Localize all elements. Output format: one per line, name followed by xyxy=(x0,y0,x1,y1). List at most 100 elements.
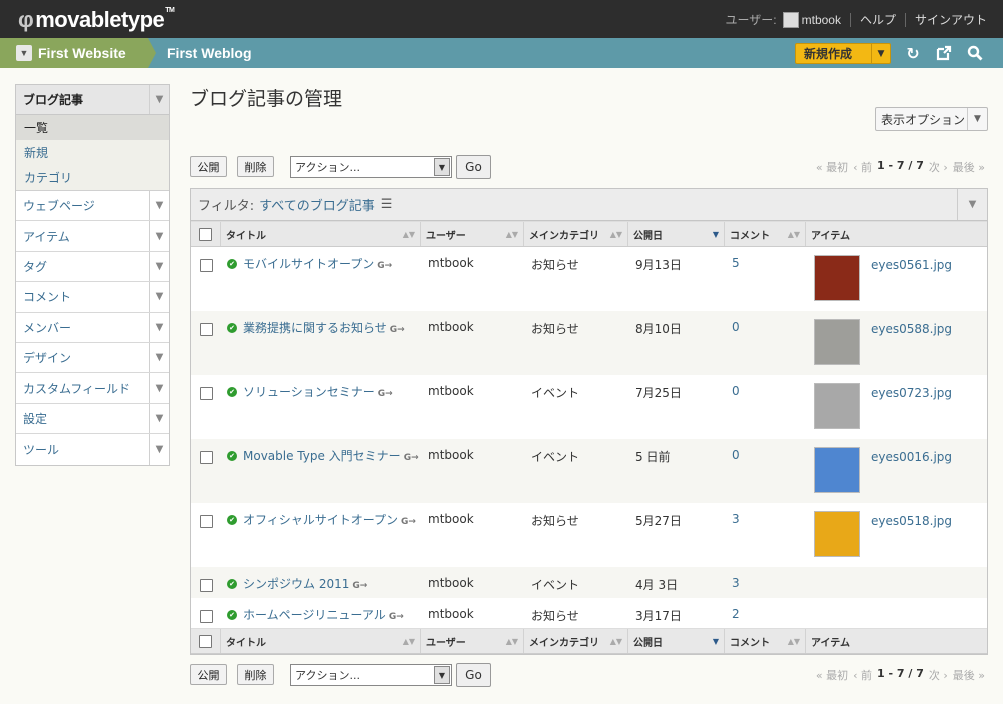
col-date[interactable]: 公開日 ▼ xyxy=(628,629,725,653)
sidebar-subitem-category[interactable]: カテゴリ xyxy=(16,165,169,190)
row-checkbox[interactable] xyxy=(199,515,213,528)
sort-icon[interactable]: ▲▼ xyxy=(506,230,518,239)
comments-count-link[interactable]: 0 xyxy=(732,384,740,398)
entry-title-link[interactable]: モバイルサイトオープン xyxy=(243,257,374,271)
sort-icon[interactable]: ▲▼ xyxy=(788,637,800,646)
comments-count-link[interactable]: 0 xyxy=(732,448,740,462)
external-link-icon[interactable] xyxy=(935,44,953,62)
go-button[interactable]: Go xyxy=(456,663,491,687)
sidebar-item-custom-fields[interactable]: カスタムフィールド ▼ xyxy=(16,373,169,404)
chevron-down-icon[interactable]: ▼ xyxy=(16,45,32,61)
chevron-down-icon[interactable]: ▼ xyxy=(149,342,169,373)
delete-button[interactable]: 削除 xyxy=(237,664,274,685)
sidebar-item-tools[interactable]: ツール ▼ xyxy=(16,434,169,465)
sidebar-item-comments[interactable]: コメント ▼ xyxy=(16,282,169,313)
comments-count-link[interactable]: 5 xyxy=(732,256,740,270)
chevron-down-icon[interactable]: ▼ xyxy=(149,373,169,403)
display-options-button[interactable]: 表示オプション ▼ xyxy=(875,107,988,131)
col-comments[interactable]: コメント ▲▼ xyxy=(725,629,806,653)
chevron-down-icon[interactable]: ▼ xyxy=(149,85,169,114)
row-checkbox[interactable] xyxy=(199,451,213,464)
sort-icon[interactable]: ▲▼ xyxy=(403,230,415,239)
select-all-checkbox[interactable] xyxy=(199,634,212,648)
row-checkbox[interactable] xyxy=(199,387,213,400)
sidebar-item-members[interactable]: メンバー ▼ xyxy=(16,312,169,343)
chevron-down-icon[interactable]: ▼ xyxy=(149,221,169,251)
chevron-down-icon[interactable]: ▼ xyxy=(149,282,169,312)
chevron-down-icon[interactable]: ▼ xyxy=(149,191,169,221)
share-icon[interactable]: G→ xyxy=(389,612,404,622)
share-icon[interactable]: G→ xyxy=(378,389,393,399)
sidebar-item-webpages[interactable]: ウェブページ ▼ xyxy=(16,191,169,222)
asset-link[interactable]: eyes0723.jpg xyxy=(871,386,952,439)
website-switcher[interactable]: ▼ First Website xyxy=(0,38,148,68)
col-user[interactable]: ユーザー ▲▼ xyxy=(421,222,524,246)
share-icon[interactable]: G→ xyxy=(390,325,405,335)
col-comments[interactable]: コメント ▲▼ xyxy=(725,222,806,246)
sort-icon[interactable]: ▲▼ xyxy=(610,637,622,646)
chevron-down-icon[interactable]: ▼ xyxy=(434,666,450,684)
help-link[interactable]: ヘルプ xyxy=(860,11,896,28)
row-checkbox[interactable] xyxy=(199,579,213,592)
blog-name[interactable]: First Weblog xyxy=(167,38,252,68)
action-select[interactable]: アクション... ▼ xyxy=(290,156,452,178)
entry-title-link[interactable]: Movable Type 入門セミナー xyxy=(243,449,401,463)
col-title[interactable]: タイトル ▲▼ xyxy=(221,222,421,246)
row-checkbox[interactable] xyxy=(199,259,213,272)
create-new-button[interactable]: 新規作成 ▼ xyxy=(795,43,891,64)
sidebar-section-entries[interactable]: ブログ記事 ▼ xyxy=(16,85,169,115)
sort-icon[interactable]: ▲▼ xyxy=(610,230,622,239)
entry-title-link[interactable]: 業務提携に関するお知らせ xyxy=(243,321,387,335)
asset-link[interactable]: eyes0588.jpg xyxy=(871,322,952,375)
share-icon[interactable]: G→ xyxy=(377,261,392,271)
entry-title-link[interactable]: オフィシャルサイトオープン xyxy=(243,513,398,527)
comments-count-link[interactable]: 3 xyxy=(732,512,740,526)
sidebar-subitem-list[interactable]: 一覧 xyxy=(16,115,169,140)
sidebar-item-design[interactable]: デザイン ▼ xyxy=(16,342,169,374)
sidebar-item-assets[interactable]: アイテム ▼ xyxy=(16,221,169,252)
entry-title-link[interactable]: ソリューションセミナー xyxy=(243,385,375,399)
share-icon[interactable]: G→ xyxy=(352,581,367,591)
entry-title-link[interactable]: ホームページリニューアル xyxy=(243,608,386,622)
col-category[interactable]: メインカテゴリ ▲▼ xyxy=(524,222,628,246)
search-icon[interactable] xyxy=(966,44,984,62)
chevron-down-icon[interactable]: ▼ xyxy=(149,251,169,282)
movabletype-logo[interactable]: φmovabletypeTM xyxy=(18,7,175,33)
sort-desc-icon[interactable]: ▼ xyxy=(713,637,719,646)
select-all-checkbox[interactable] xyxy=(199,227,212,241)
share-icon[interactable]: G→ xyxy=(401,517,416,527)
action-select[interactable]: アクション... ▼ xyxy=(290,664,452,686)
asset-thumbnail[interactable] xyxy=(814,383,860,429)
publish-button[interactable]: 公開 xyxy=(190,156,227,177)
share-icon[interactable]: G→ xyxy=(404,453,419,463)
asset-thumbnail[interactable] xyxy=(814,447,860,493)
comments-count-link[interactable]: 3 xyxy=(732,576,740,590)
asset-thumbnail[interactable] xyxy=(814,255,860,301)
chevron-down-icon[interactable]: ▼ xyxy=(149,434,169,465)
filter-value-link[interactable]: すべてのブログ記事 xyxy=(259,195,375,214)
asset-link[interactable]: eyes0518.jpg xyxy=(871,514,952,567)
asset-link[interactable]: eyes0016.jpg xyxy=(871,450,952,503)
list-icon[interactable]: ☰ xyxy=(381,197,393,212)
asset-link[interactable]: eyes0561.jpg xyxy=(871,258,952,311)
chevron-down-icon[interactable]: ▼ xyxy=(967,108,987,130)
publish-button[interactable]: 公開 xyxy=(190,664,227,685)
asset-thumbnail[interactable] xyxy=(814,319,860,365)
sort-icon[interactable]: ▲▼ xyxy=(506,637,518,646)
col-date[interactable]: 公開日 ▼ xyxy=(628,222,725,246)
comments-count-link[interactable]: 0 xyxy=(732,320,740,334)
entry-title-link[interactable]: シンポジウム 2011 xyxy=(243,577,349,591)
row-checkbox[interactable] xyxy=(199,323,213,336)
refresh-icon[interactable]: ↻ xyxy=(904,44,922,63)
row-checkbox[interactable] xyxy=(199,610,213,623)
sidebar-subitem-new[interactable]: 新規 xyxy=(16,140,169,165)
chevron-down-icon[interactable]: ▼ xyxy=(434,158,450,176)
sidebar-item-settings[interactable]: 設定 ▼ xyxy=(16,403,169,435)
sort-icon[interactable]: ▲▼ xyxy=(403,637,415,646)
col-category[interactable]: メインカテゴリ ▲▼ xyxy=(524,629,628,653)
col-title[interactable]: タイトル ▲▼ xyxy=(221,629,421,653)
username-link[interactable]: mtbook xyxy=(802,13,841,27)
comments-count-link[interactable]: 2 xyxy=(732,607,740,621)
chevron-down-icon[interactable]: ▼ xyxy=(871,44,890,63)
chevron-down-icon[interactable]: ▼ xyxy=(957,189,987,220)
